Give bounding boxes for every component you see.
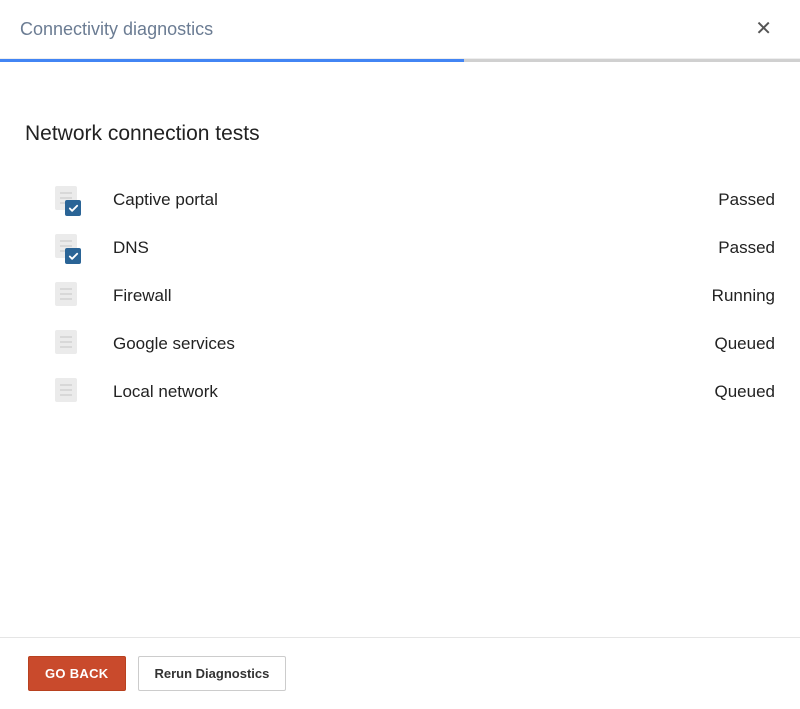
go-back-button[interactable]: GO BACK [28, 656, 126, 691]
test-status: Running [712, 286, 775, 306]
progress-bar [0, 59, 800, 62]
header: Connectivity diagnostics ✕ [0, 0, 800, 59]
content-area: Network connection tests Captive portalP… [0, 62, 800, 436]
test-status-icon [55, 282, 85, 310]
test-status-icon [55, 330, 85, 358]
progress-fill [0, 59, 464, 62]
test-label: Firewall [85, 286, 712, 306]
test-row[interactable]: DNSPassed [55, 224, 775, 272]
test-status: Passed [718, 190, 775, 210]
test-label: Captive portal [85, 190, 718, 210]
test-list: Captive portalPassedDNSPassedFirewallRun… [25, 176, 775, 416]
test-label: DNS [85, 238, 718, 258]
document-icon [55, 282, 77, 306]
test-label: Google services [85, 334, 715, 354]
test-row[interactable]: Google servicesQueued [55, 320, 775, 368]
test-row[interactable]: Local networkQueued [55, 368, 775, 416]
close-button[interactable]: ✕ [747, 15, 780, 43]
document-icon [55, 378, 77, 402]
check-icon [65, 200, 81, 216]
test-status-icon [55, 378, 85, 406]
page-title: Connectivity diagnostics [20, 19, 213, 40]
test-status: Passed [718, 238, 775, 258]
document-icon [55, 330, 77, 354]
test-status-icon [55, 234, 85, 262]
test-label: Local network [85, 382, 715, 402]
test-row[interactable]: FirewallRunning [55, 272, 775, 320]
test-row[interactable]: Captive portalPassed [55, 176, 775, 224]
test-status-icon [55, 186, 85, 214]
section-title: Network connection tests [25, 122, 775, 146]
close-icon: ✕ [755, 18, 772, 40]
footer: GO BACK Rerun Diagnostics [0, 637, 800, 709]
test-status: Queued [715, 334, 776, 354]
test-status: Queued [715, 382, 776, 402]
check-icon [65, 248, 81, 264]
rerun-diagnostics-button[interactable]: Rerun Diagnostics [138, 656, 287, 691]
